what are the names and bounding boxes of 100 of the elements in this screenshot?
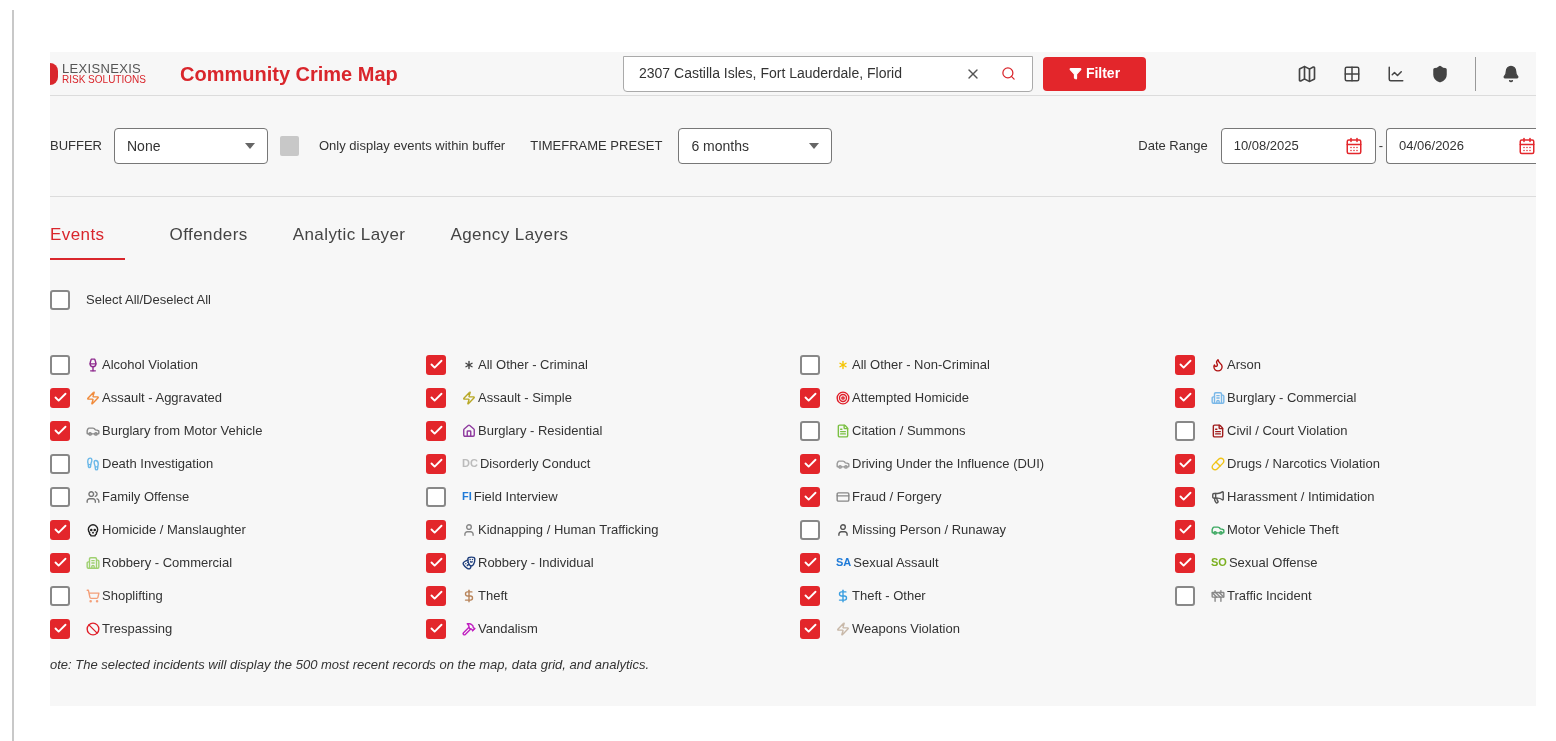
calendar-icon[interactable] xyxy=(1344,137,1363,155)
check-icon xyxy=(1177,390,1193,405)
app-title: Community Crime Map xyxy=(180,61,399,87)
funnel-icon xyxy=(1068,67,1082,80)
tab[interactable]: Agency Layers xyxy=(450,222,569,260)
calendar-icon[interactable] xyxy=(1518,137,1536,155)
flame-icon xyxy=(1211,357,1225,372)
hammer-icon xyxy=(462,621,476,636)
event-label: Theft xyxy=(478,586,508,605)
check-icon xyxy=(52,555,68,570)
check-icon xyxy=(802,588,818,603)
check-icon xyxy=(1177,456,1193,471)
event-checkbox[interactable] xyxy=(50,486,70,507)
event-label: Missing Person / Runaway xyxy=(852,520,1006,539)
buffer-dropdown[interactable]: None xyxy=(114,128,268,164)
event-checkbox[interactable] xyxy=(1175,453,1195,474)
map-icon[interactable] xyxy=(1297,63,1317,84)
event-checkbox[interactable] xyxy=(426,486,446,507)
check-icon xyxy=(428,621,444,636)
event-checkbox[interactable] xyxy=(426,585,446,606)
date-separator: - xyxy=(1378,137,1383,156)
check-icon xyxy=(802,456,818,471)
check-icon xyxy=(1177,357,1193,372)
event-checkbox[interactable] xyxy=(800,453,820,474)
start-date-field[interactable]: 10/08/2025 xyxy=(1220,128,1376,164)
filter-button[interactable]: Filter xyxy=(1043,56,1146,91)
check-icon xyxy=(52,390,68,405)
house-icon xyxy=(462,423,476,438)
event-tag: DC xyxy=(462,455,478,472)
event-checkbox[interactable] xyxy=(800,486,820,507)
event-checkbox[interactable] xyxy=(1175,420,1195,441)
event-label: Assault - Simple xyxy=(478,388,572,407)
search-field[interactable]: 2307 Castilla Isles, Fort Lauderdale, Florid xyxy=(623,55,1033,92)
event-checkbox[interactable] xyxy=(1175,387,1195,408)
event-checkbox[interactable] xyxy=(426,519,446,540)
bell-icon[interactable] xyxy=(1502,64,1520,83)
event-label: Assault - Aggravated xyxy=(102,388,222,407)
event-checkbox[interactable] xyxy=(1175,486,1195,507)
event-checkbox[interactable] xyxy=(800,354,820,375)
event-checkbox[interactable] xyxy=(50,585,70,606)
tab[interactable]: Offenders xyxy=(169,222,248,260)
event-label: Motor Vehicle Theft xyxy=(1227,520,1339,539)
event-checkbox[interactable] xyxy=(1175,519,1195,540)
event-checkbox[interactable] xyxy=(50,387,70,408)
end-date-field[interactable]: 04/06/2026 xyxy=(1386,128,1536,164)
tab[interactable]: Events xyxy=(50,222,125,260)
event-checkbox[interactable] xyxy=(1175,552,1195,573)
logo-icon xyxy=(50,62,58,85)
pill-icon xyxy=(1211,456,1225,471)
event-checkbox[interactable] xyxy=(426,354,446,375)
event-checkbox[interactable] xyxy=(50,354,70,375)
event-label: Robbery - Commercial xyxy=(102,553,233,572)
event-label: Trespassing xyxy=(102,619,173,638)
grid-icon[interactable] xyxy=(1343,64,1361,83)
shield-icon[interactable] xyxy=(1431,64,1449,83)
event-label: Harassment / Intimidation xyxy=(1227,487,1375,506)
event-label: Alcohol Violation xyxy=(102,355,198,374)
check-icon xyxy=(428,555,444,570)
note-text: ote: The selected incidents will display the 500 most recent records on the map, data grid, and analytics. xyxy=(50,656,651,674)
event-checkbox[interactable] xyxy=(426,453,446,474)
line-chart-icon[interactable] xyxy=(1387,64,1405,83)
buffer-checkbox[interactable] xyxy=(280,136,299,156)
event-checkbox[interactable] xyxy=(50,453,70,474)
date-range-label: Date Range xyxy=(1138,137,1208,156)
event-label: Citation / Summons xyxy=(852,421,966,440)
search-icon[interactable] xyxy=(1001,66,1016,81)
event-checkbox[interactable] xyxy=(800,618,820,639)
logo-tagline: RISK SOLUTIONS xyxy=(62,75,146,85)
tab[interactable]: Analytic Layer xyxy=(292,222,406,260)
timeframe-label: TIMEFRAME PRESET xyxy=(530,137,663,156)
event-label: Disorderly Conduct xyxy=(479,454,591,473)
event-label: Burglary from Motor Vehicle xyxy=(102,421,263,440)
event-label: Driving Under the Influence (DUI) xyxy=(852,454,1045,473)
event-checkbox[interactable] xyxy=(800,420,820,441)
event-checkbox[interactable] xyxy=(50,618,70,639)
event-label: Attempted Homicide xyxy=(852,388,970,407)
event-checkbox[interactable] xyxy=(800,585,820,606)
event-label: Family Offense xyxy=(102,487,190,506)
event-checkbox[interactable] xyxy=(50,420,70,441)
check-icon xyxy=(52,621,68,636)
event-checkbox[interactable] xyxy=(1175,354,1195,375)
event-label: Traffic Incident xyxy=(1227,586,1312,605)
event-checkbox[interactable] xyxy=(800,552,820,573)
event-checkbox[interactable] xyxy=(800,387,820,408)
timeframe-dropdown[interactable]: 6 months xyxy=(678,128,833,164)
event-checkbox[interactable] xyxy=(426,552,446,573)
event-tag: SA xyxy=(836,554,852,571)
event-label: Homicide / Manslaughter xyxy=(102,520,246,539)
event-label: Vandalism xyxy=(478,619,538,638)
check-icon xyxy=(52,522,68,537)
event-tag: FI xyxy=(462,488,472,505)
event-checkbox[interactable] xyxy=(426,387,446,408)
event-checkbox[interactable] xyxy=(426,420,446,441)
event-checkbox[interactable] xyxy=(426,618,446,639)
select-all-checkbox[interactable] xyxy=(50,290,70,310)
event-label: Burglary - Residential xyxy=(478,421,603,440)
event-checkbox[interactable] xyxy=(50,552,70,573)
event-checkbox[interactable] xyxy=(50,519,70,540)
event-checkbox[interactable] xyxy=(1175,585,1195,606)
event-checkbox[interactable] xyxy=(800,519,820,540)
